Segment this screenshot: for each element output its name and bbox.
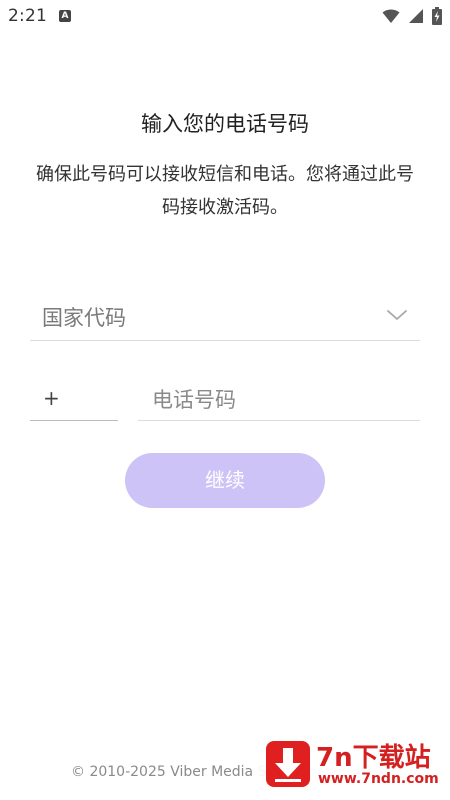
status-bar: 2:21 A — [0, 0, 450, 32]
page-title: 输入您的电话号码 — [141, 112, 309, 136]
continue-button[interactable]: 继续 — [125, 453, 325, 508]
cell-signal-icon — [409, 9, 423, 23]
watermark-title: 7n下载站 — [316, 743, 431, 773]
country-code-placeholder: 国家代码 — [42, 306, 126, 330]
status-time: 2:21 — [8, 6, 47, 26]
prefix-plus: + — [43, 386, 60, 410]
notification-a-icon: A — [59, 10, 71, 22]
chevron-down-icon — [387, 310, 407, 320]
watermark-logo: 7n下载站 www.7ndn.com — [258, 735, 444, 793]
phone-number-input[interactable]: 电话号码 — [138, 378, 420, 421]
download-arrow-icon — [266, 741, 310, 787]
phone-number-screen: 2:21 A 输入您的电话号码 确保此号码可以接收短信和电话。您将通过此号码接收… — [0, 0, 450, 800]
watermark-url: www.7ndn.com — [318, 771, 439, 787]
country-code-dropdown[interactable]: 国家代码 — [30, 296, 420, 341]
phone-number-placeholder: 电话号码 — [152, 388, 236, 412]
status-icons — [382, 6, 442, 26]
wifi-icon — [382, 9, 400, 23]
page-description: 确保此号码可以接收短信和电话。您将通过此号码接收激活码。 — [36, 164, 414, 218]
battery-charging-icon — [432, 7, 442, 25]
copyright-text: © 2010-2025 Viber Media S — [71, 764, 267, 780]
country-prefix-field[interactable]: + — [30, 378, 118, 421]
